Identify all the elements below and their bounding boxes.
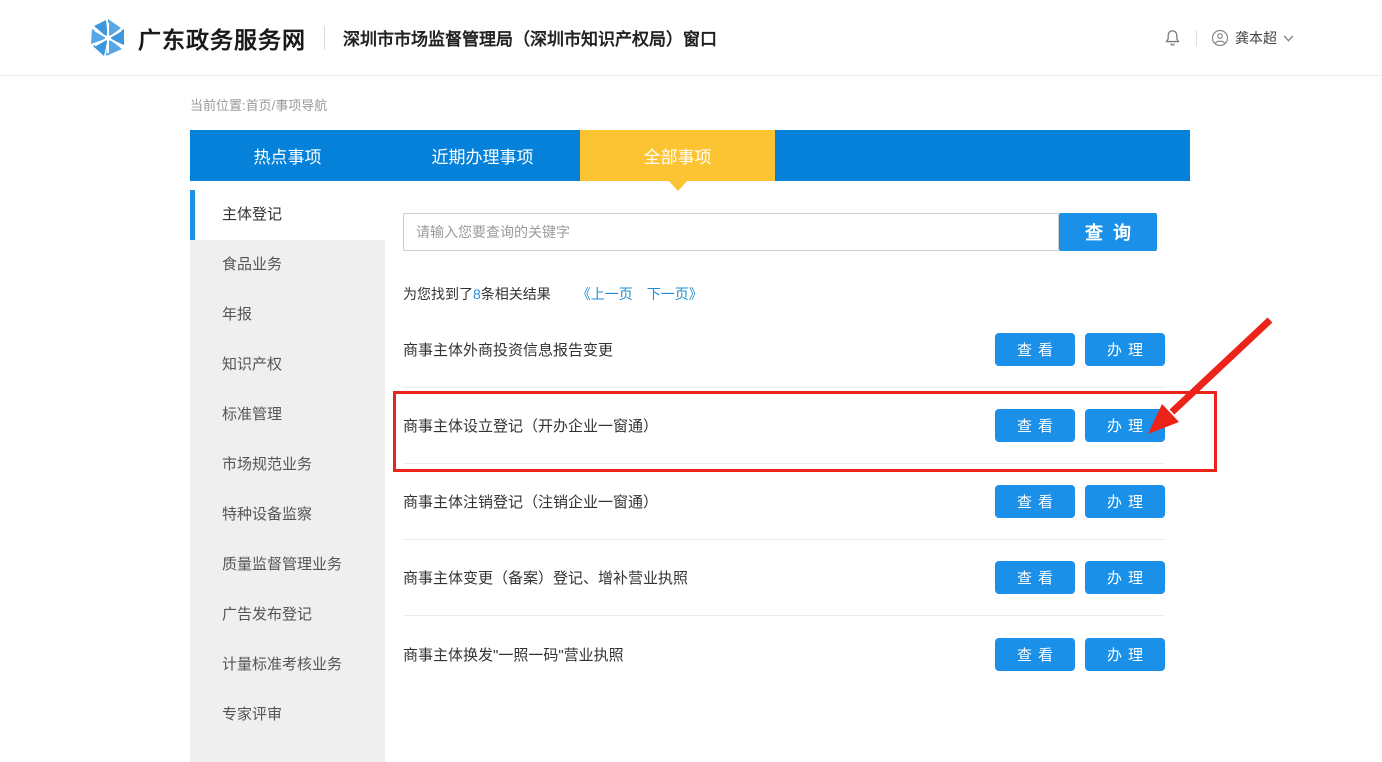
active-tab-caret [668,180,688,191]
tab-label: 近期办理事项 [432,143,534,168]
tab-label: 热点事项 [254,143,322,168]
tab-hot-items[interactable]: 热点事项 [190,130,385,181]
result-row: 商事主体设立登记（开办企业一窗通） 查看 办理 [403,388,1165,464]
row-actions: 查看 办理 [995,409,1165,442]
row-title: 商事主体外商投资信息报告变更 [403,339,995,360]
handle-button[interactable]: 办理 [1085,333,1165,366]
chevron-down-icon [1283,35,1294,42]
results-suffix: 条相关结果 [481,286,551,302]
sidebar-item-expert-review[interactable]: 专家评审 [190,690,385,740]
notification-bell-icon[interactable] [1163,28,1182,48]
row-title: 商事主体换发"一照一码"营业执照 [403,644,995,665]
row-title: 商事主体注销登记（注销企业一窗通） [403,491,995,512]
view-button[interactable]: 查看 [995,485,1075,518]
view-button[interactable]: 查看 [995,409,1075,442]
sidebar-item-market-regulation[interactable]: 市场规范业务 [190,440,385,490]
sidebar-item-standard-management[interactable]: 标准管理 [190,390,385,440]
row-title: 商事主体设立登记（开办企业一窗通） [403,415,995,436]
results-summary: 为您找到了8条相关结果 《上一页下一页》 [403,284,703,304]
result-row: 商事主体外商投资信息报告变更 查看 办理 [403,312,1165,388]
handle-button[interactable]: 办理 [1085,561,1165,594]
sidebar-item-ad-publishing[interactable]: 广告发布登记 [190,590,385,640]
results-count: 8 [473,286,481,302]
sidebar-item-food-business[interactable]: 食品业务 [190,240,385,290]
handle-button[interactable]: 办理 [1085,485,1165,518]
sidebar-item-quality-supervision[interactable]: 质量监督管理业务 [190,540,385,590]
next-page-link[interactable]: 下一页》 [647,286,703,302]
search-input[interactable] [403,213,1059,251]
tabbar: 热点事项 近期办理事项 全部事项 [190,130,1190,181]
row-actions: 查看 办理 [995,485,1165,518]
handle-button[interactable]: 办理 [1085,409,1165,442]
row-actions: 查看 办理 [995,638,1165,671]
header: 广东政务服务网 深圳市市场监督管理局（深圳市知识产权局）窗口 龚本超 [0,0,1382,76]
category-sidebar: 主体登记 食品业务 年报 知识产权 标准管理 市场规范业务 特种设备监察 质量监… [190,190,385,762]
row-actions: 查看 办理 [995,561,1165,594]
view-button[interactable]: 查看 [995,638,1075,671]
handle-button[interactable]: 办理 [1085,638,1165,671]
row-title: 商事主体变更（备案）登记、增补营业执照 [403,567,995,588]
sidebar-item-intellectual-property[interactable]: 知识产权 [190,340,385,390]
result-row: 商事主体变更（备案）登记、增补营业执照 查看 办理 [403,540,1165,616]
sidebar-item-metrology-standard[interactable]: 计量标准考核业务 [190,640,385,690]
user-avatar-icon [1211,29,1229,47]
tab-recent-items[interactable]: 近期办理事项 [385,130,580,181]
header-right: 龚本超 [1163,0,1294,76]
sidebar-item-annual-report[interactable]: 年报 [190,290,385,340]
sidebar-item-subject-registration[interactable]: 主体登记 [190,190,385,240]
row-actions: 查看 办理 [995,333,1165,366]
brand-title: 广东政务服务网 [138,21,306,55]
window-title: 深圳市市场监督管理局（深圳市知识产权局）窗口 [343,25,717,50]
user-name: 龚本超 [1235,28,1277,48]
result-row: 商事主体换发"一照一码"营业执照 查看 办理 [403,616,1165,692]
view-button[interactable]: 查看 [995,561,1075,594]
view-button[interactable]: 查看 [995,333,1075,366]
header-right-divider [1196,30,1197,46]
results-prefix: 为您找到了 [403,286,473,302]
header-divider [324,26,325,50]
pinwheel-logo-icon [88,18,128,58]
site-logo[interactable]: 广东政务服务网 [88,18,306,58]
result-list: 商事主体外商投资信息报告变更 查看 办理 商事主体设立登记（开办企业一窗通） 查… [403,312,1165,692]
user-menu[interactable]: 龚本超 [1211,28,1294,48]
tab-label: 全部事项 [644,143,712,168]
sidebar-item-special-equipment[interactable]: 特种设备监察 [190,490,385,540]
search-button[interactable]: 查询 [1059,213,1157,251]
page: 广东政务服务网 深圳市市场监督管理局（深圳市知识产权局）窗口 龚本超 [0,0,1382,762]
tab-all-items[interactable]: 全部事项 [580,130,775,181]
breadcrumb: 当前位置:首页/事项导航 [190,95,327,114]
result-row: 商事主体注销登记（注销企业一窗通） 查看 办理 [403,464,1165,540]
prev-page-link[interactable]: 《上一页 [577,286,633,302]
